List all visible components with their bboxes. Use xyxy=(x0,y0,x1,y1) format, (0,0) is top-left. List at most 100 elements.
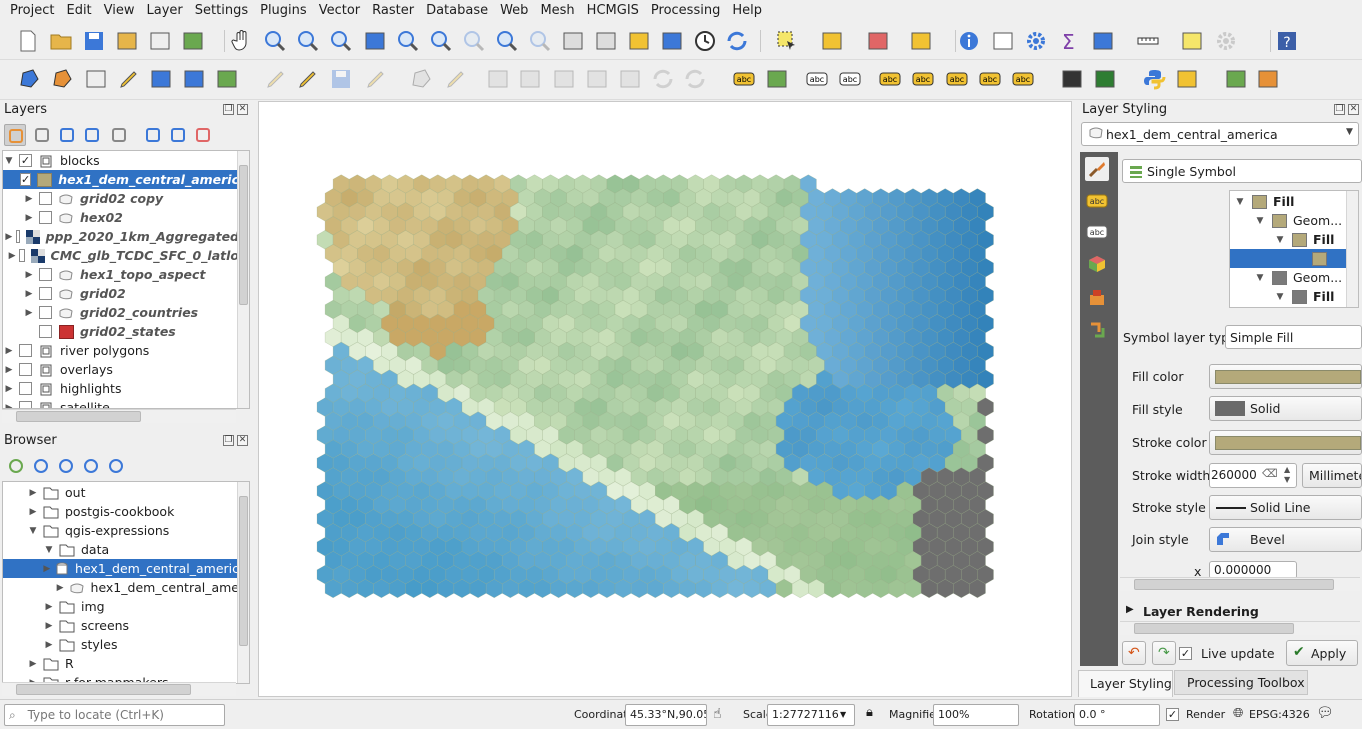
style-manager-icon[interactable] xyxy=(180,28,206,54)
diagram-tool-icon[interactable] xyxy=(764,66,790,92)
modify-attributes-icon[interactable] xyxy=(485,66,511,92)
layer-row[interactable]: ▶ CMC_glb_TCDC_SFC_0_latlo xyxy=(3,246,239,265)
browser-row[interactable]: ▶ hex1_dem_central_americ xyxy=(3,559,239,578)
scale-select[interactable]: 1:27727116 ▼ xyxy=(767,704,855,726)
properties-hscroll[interactable] xyxy=(1120,577,1360,591)
label-move-icon[interactable]: abc xyxy=(944,66,970,92)
chevron-right-icon[interactable]: ▶ xyxy=(3,384,15,394)
zoom-to-selection-icon[interactable] xyxy=(395,28,421,54)
expression-filter-icon[interactable] xyxy=(108,124,130,146)
float-button[interactable]: ❐ xyxy=(223,435,234,446)
visibility-icon[interactable] xyxy=(56,124,78,146)
chevron-right-icon[interactable]: ▶ xyxy=(23,308,35,318)
style-manager-tab-icon[interactable] xyxy=(1085,318,1109,342)
browser-row[interactable]: ▶ out xyxy=(3,483,239,502)
add-vector-icon[interactable] xyxy=(16,66,42,92)
symbol-layer-row[interactable] xyxy=(1230,249,1346,268)
select-by-expression-icon[interactable] xyxy=(819,28,845,54)
tab-processing-toolbox[interactable]: Processing Toolbox xyxy=(1174,670,1308,695)
layer-visibility-checkbox[interactable] xyxy=(39,306,52,319)
menu-help[interactable]: Help xyxy=(726,0,768,22)
browser-row[interactable]: ▶ postgis-cookbook xyxy=(3,502,239,521)
browser-vscroll[interactable] xyxy=(237,482,249,683)
chevron-right-icon[interactable]: ▶ xyxy=(27,488,39,498)
layer-row[interactable]: ▶ river polygons xyxy=(3,341,239,360)
browser-row[interactable]: ▼ data xyxy=(3,540,239,559)
remove-layer-icon[interactable] xyxy=(192,124,214,146)
layers-hscroll[interactable] xyxy=(2,409,236,423)
locate-icon[interactable] xyxy=(1223,66,1249,92)
layer-visibility-checkbox[interactable] xyxy=(39,268,52,281)
browser-row[interactable]: ▶ R xyxy=(3,654,239,673)
symbol-layer-row[interactable]: ▼ Fill xyxy=(1230,287,1346,306)
vertex-tool-icon[interactable] xyxy=(443,66,469,92)
browser-row[interactable]: ▶ styles xyxy=(3,635,239,654)
menu-view[interactable]: View xyxy=(98,0,141,22)
zoom-next-icon[interactable] xyxy=(527,28,553,54)
filter-icon[interactable] xyxy=(81,124,103,146)
chevron-right-icon[interactable]: ▶ xyxy=(23,194,35,204)
cut-features-icon[interactable] xyxy=(551,66,577,92)
close-button[interactable]: ✕ xyxy=(1348,104,1359,115)
refresh-icon[interactable] xyxy=(724,28,750,54)
menu-hcmgis[interactable]: HCMGIS xyxy=(581,0,645,22)
gps-icon[interactable] xyxy=(1059,66,1085,92)
zoom-to-layer-icon[interactable] xyxy=(428,28,454,54)
add-group-icon[interactable] xyxy=(31,124,53,146)
symbol-layer-row[interactable]: ▼ Geom... xyxy=(1230,211,1346,230)
layer-visibility-checkbox[interactable] xyxy=(39,211,52,224)
menu-vector[interactable]: Vector xyxy=(313,0,366,22)
add-xyz-icon[interactable] xyxy=(181,66,207,92)
collapse-all-icon[interactable] xyxy=(167,124,189,146)
map-canvas[interactable] xyxy=(258,101,1072,697)
temporal-controller-icon[interactable] xyxy=(692,28,718,54)
panel-hscroll[interactable] xyxy=(1120,621,1360,635)
renderer-select[interactable]: Single Symbol xyxy=(1122,159,1362,183)
menu-processing[interactable]: Processing xyxy=(645,0,726,22)
pin-labels-icon[interactable]: abc xyxy=(804,66,830,92)
layer-visibility-checkbox[interactable] xyxy=(39,192,52,205)
open-table-icon[interactable] xyxy=(1090,28,1116,54)
browser-row[interactable]: ▶ img xyxy=(3,597,239,616)
history-tab-icon[interactable] xyxy=(1085,285,1109,309)
select-by-location-icon[interactable] xyxy=(908,28,934,54)
label-show-icon[interactable]: abc xyxy=(910,66,936,92)
zoom-in-icon[interactable] xyxy=(295,28,321,54)
layer-row[interactable]: ▶ highlights xyxy=(3,379,239,398)
close-button[interactable]: ✕ xyxy=(237,104,248,115)
lock-icon[interactable]: 🔒︎ xyxy=(866,705,873,720)
python-console-icon[interactable] xyxy=(1141,66,1167,92)
layer-row[interactable]: ▼ ✓ blocks xyxy=(3,151,239,170)
new-project-icon[interactable] xyxy=(15,28,41,54)
layer-visibility-checkbox[interactable] xyxy=(19,249,25,262)
chevron-right-icon[interactable]: ▶ xyxy=(56,583,65,593)
stroke-unit-select[interactable]: Millimete xyxy=(1302,463,1362,488)
masks-tab-icon[interactable]: abc xyxy=(1085,220,1109,244)
paste-features-icon[interactable] xyxy=(617,66,643,92)
save-edits-icon[interactable] xyxy=(328,66,354,92)
toggle-editing-icon[interactable] xyxy=(295,66,321,92)
highlight-labels-icon[interactable]: abc xyxy=(837,66,863,92)
layer-visibility-checkbox[interactable]: ✓ xyxy=(19,154,32,167)
layer-select[interactable]: hex1_dem_central_america ▼ xyxy=(1081,122,1359,146)
menu-layer[interactable]: Layer xyxy=(141,0,189,22)
chevron-right-icon[interactable]: ▶ xyxy=(43,621,55,631)
settings-icon[interactable] xyxy=(1213,28,1239,54)
fill-color-button[interactable] xyxy=(1209,364,1362,389)
locate-input[interactable]: ⌕ Type to locate (Ctrl+K) xyxy=(4,704,225,726)
menu-web[interactable]: Web xyxy=(494,0,534,22)
field-calculator-icon[interactable]: Σ xyxy=(1056,28,1082,54)
chevron-right-icon[interactable]: ▶ xyxy=(43,602,55,612)
zoom-full-icon[interactable] xyxy=(362,28,388,54)
add-delimited-text-icon[interactable] xyxy=(83,66,109,92)
statistics-icon[interactable] xyxy=(1023,28,1049,54)
new-3d-view-icon[interactable] xyxy=(593,28,619,54)
zoom-last-icon[interactable] xyxy=(494,28,520,54)
chevron-down-icon[interactable]: ▼ xyxy=(3,156,15,166)
digitize-icon[interactable] xyxy=(363,66,389,92)
attribute-table-icon[interactable] xyxy=(990,28,1016,54)
delete-selected-icon[interactable] xyxy=(517,66,543,92)
filter-icon[interactable] xyxy=(55,455,77,477)
identify-icon[interactable] xyxy=(956,28,982,54)
labels-tab-icon[interactable]: abc xyxy=(1085,189,1109,213)
